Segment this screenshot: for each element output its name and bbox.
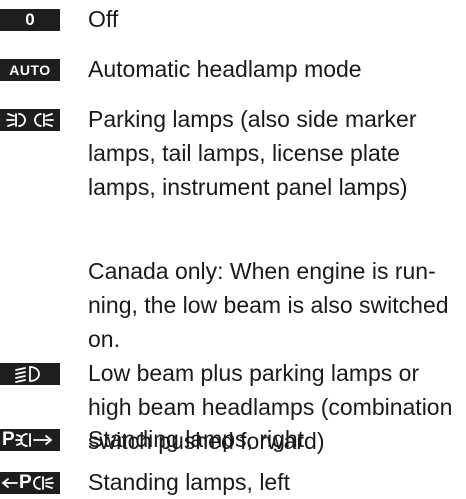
symbol-zero-label: 0 (25, 10, 35, 29)
low-beam-icon (0, 363, 60, 385)
parking-lamps-glyph (6, 113, 54, 127)
legend-text-standing-left: Standing lamps, left (88, 469, 291, 495)
legend-text-auto: Automatic headlamp mode (88, 56, 362, 82)
legend-text-parking-lamps: Parking lamps (also side marker lamps, t… (88, 106, 417, 200)
legend-text-standing-right: Standing lamps, right (88, 426, 305, 452)
standing-lamps-left-icon: P (0, 472, 60, 494)
standing-lamps-right-icon: P (0, 429, 60, 451)
symbol-auto-label: AUTO (9, 62, 51, 78)
standing-left-glyph (32, 476, 54, 490)
left-arrow-glyph (1, 478, 18, 488)
auto-headlamp-icon: AUTO (0, 59, 60, 81)
low-beam-glyph (15, 366, 40, 383)
legend-text-canada: Canada only: When engine is run- ning, t… (88, 258, 449, 352)
standing-right-glyph (14, 433, 53, 447)
symbol-p-right: P (2, 429, 15, 450)
zero-position-icon: 0 (0, 9, 60, 31)
parking-lamps-icon (0, 109, 60, 131)
symbol-p-left: P (19, 472, 32, 493)
legend-text-off: Off (88, 6, 119, 32)
